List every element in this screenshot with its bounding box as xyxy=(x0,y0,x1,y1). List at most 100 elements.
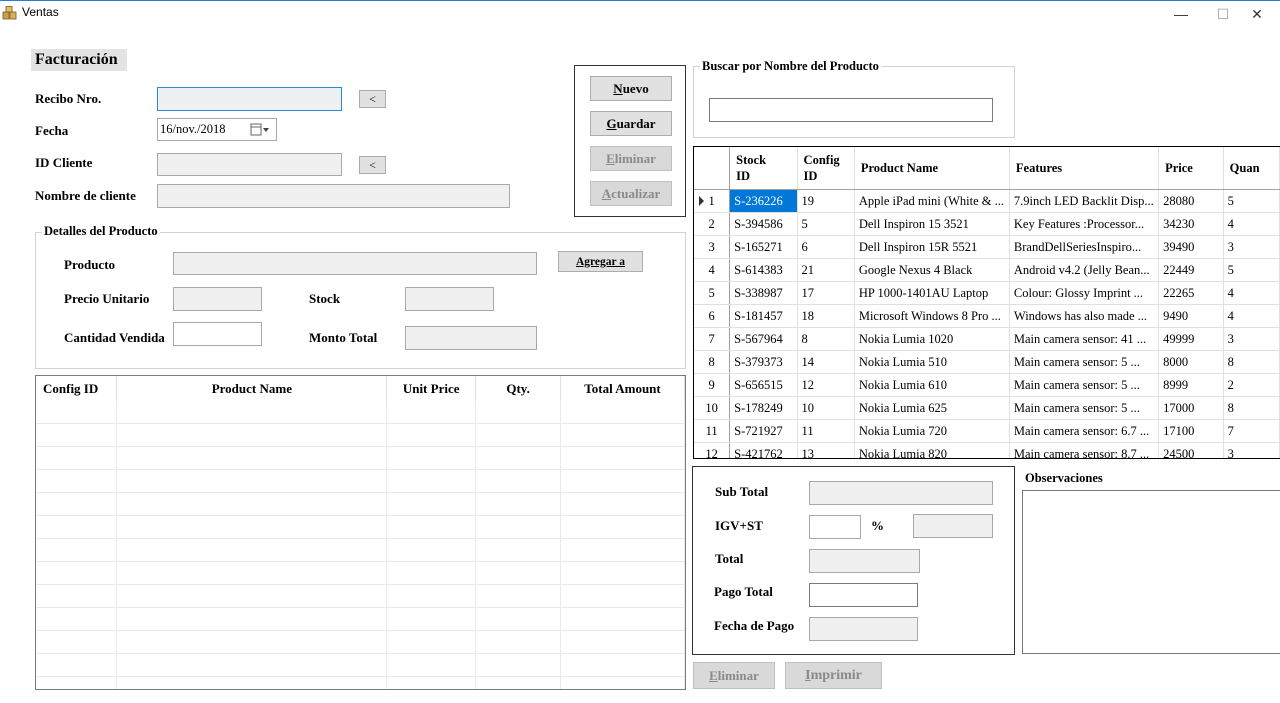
table-cell[interactable]: Nokia Lumia 720 xyxy=(854,419,1010,443)
table-cell[interactable]: Main camera sensor: 5 ... xyxy=(1009,373,1160,397)
table-row[interactable]: 3 S-165271 6 Dell Inspiron 15R 5521 BrandDel… xyxy=(694,235,1280,259)
search-input[interactable] xyxy=(709,98,993,122)
guardar-button[interactable]: Guardar xyxy=(590,111,672,136)
table-cell[interactable]: 22265 xyxy=(1158,281,1224,305)
table-cell[interactable]: S-236226 xyxy=(729,189,798,213)
minimize-button[interactable]: — xyxy=(1158,0,1204,28)
table-cell[interactable]: Windows has also made ... xyxy=(1009,304,1160,328)
cliente-lookup-button[interactable]: < xyxy=(359,156,386,174)
monto-input[interactable] xyxy=(405,326,537,350)
recibo-lookup-button[interactable]: < xyxy=(359,90,386,108)
table-cell[interactable]: S-178249 xyxy=(729,396,798,420)
table-cell[interactable]: 6 xyxy=(797,235,855,259)
row-header[interactable]: 1 xyxy=(694,189,731,213)
table-row[interactable]: 5 S-338987 17 HP 1000-1401AU Laptop Colour: … xyxy=(694,281,1280,305)
table-cell[interactable]: 34230 xyxy=(1158,212,1224,236)
table-cell[interactable]: 17000 xyxy=(1158,396,1224,420)
table-cell[interactable]: Colour: Glossy Imprint ... xyxy=(1009,281,1160,305)
detail-col-product-name[interactable]: Product Name xyxy=(116,376,388,401)
row-header[interactable]: 5 xyxy=(694,281,731,305)
table-cell[interactable]: BrandDellSeriesInspiro... xyxy=(1009,235,1160,259)
table-cell[interactable]: 8 xyxy=(797,327,855,351)
total-input[interactable] xyxy=(809,549,920,573)
detail-grid[interactable]: Config ID Product Name Unit Price Qty. T… xyxy=(35,375,686,690)
table-cell[interactable]: 9490 xyxy=(1158,304,1224,328)
table-cell[interactable]: 3 xyxy=(1223,327,1280,351)
table-cell[interactable]: 8000 xyxy=(1158,350,1224,374)
table-cell[interactable]: Nokia Lumia 610 xyxy=(854,373,1010,397)
table-cell[interactable]: S-656515 xyxy=(729,373,798,397)
table-cell[interactable]: 24500 xyxy=(1158,442,1224,458)
table-cell[interactable]: S-567964 xyxy=(729,327,798,351)
table-cell[interactable]: Main camera sensor: 5 ... xyxy=(1009,350,1160,374)
table-cell[interactable]: Nokia Lumia 625 xyxy=(854,396,1010,420)
table-row[interactable]: 10 S-178249 10 Nokia Lumia 625 Main camera s… xyxy=(694,396,1280,420)
table-cell[interactable]: 2 xyxy=(1223,373,1280,397)
row-header[interactable]: 7 xyxy=(694,327,731,351)
table-cell[interactable]: 18 xyxy=(797,304,855,328)
table-cell[interactable]: Dell Inspiron 15R 5521 xyxy=(854,235,1010,259)
table-cell[interactable]: Key Features :Processor... xyxy=(1009,212,1160,236)
table-cell[interactable]: Google Nexus 4 Black xyxy=(854,258,1010,282)
table-cell[interactable]: Main camera sensor: 41 ... xyxy=(1009,327,1160,351)
table-cell[interactable]: 5 xyxy=(1223,258,1280,282)
nombre-cliente-input[interactable] xyxy=(157,184,510,208)
close-button[interactable]: ✕ xyxy=(1234,0,1280,28)
id-cliente-input[interactable] xyxy=(157,153,342,176)
producto-input[interactable] xyxy=(173,252,537,275)
product-col-0[interactable] xyxy=(694,147,731,190)
table-cell[interactable]: 8999 xyxy=(1158,373,1224,397)
row-header[interactable]: 6 xyxy=(694,304,731,328)
pago-total-input[interactable] xyxy=(809,583,918,607)
fecha-pago-input[interactable] xyxy=(809,617,918,641)
table-cell[interactable]: S-165271 xyxy=(729,235,798,259)
table-row[interactable]: 1 S-236226 19 Apple iPad mini (White & ... 7… xyxy=(694,189,1280,213)
table-cell[interactable]: 10 xyxy=(797,396,855,420)
row-header[interactable]: 2 xyxy=(694,212,731,236)
table-cell[interactable]: 28080 xyxy=(1158,189,1224,213)
table-row[interactable]: 9 S-656515 12 Nokia Lumia 610 Main camera se… xyxy=(694,373,1280,397)
detail-col-qty[interactable]: Qty. xyxy=(475,376,562,401)
row-header[interactable]: 11 xyxy=(694,419,731,443)
table-row[interactable]: 6 S-181457 18 Microsoft Windows 8 Pro ... Wi… xyxy=(694,304,1280,328)
table-cell[interactable]: Nokia Lumia 1020 xyxy=(854,327,1010,351)
detail-col-config-id[interactable]: Config ID xyxy=(36,376,118,401)
calendar-icon[interactable] xyxy=(250,123,272,141)
cantidad-input[interactable] xyxy=(173,322,262,346)
subtotal-input[interactable] xyxy=(809,481,993,505)
product-grid[interactable]: Stock ID Config ID Product Name Features Pri… xyxy=(693,146,1280,459)
table-row[interactable]: 12 S-421762 13 Nokia Lumia 820 Main camera s… xyxy=(694,442,1280,458)
table-cell[interactable]: S-721927 xyxy=(729,419,798,443)
row-header[interactable]: 9 xyxy=(694,373,731,397)
table-cell[interactable]: 7 xyxy=(1223,419,1280,443)
recibo-input[interactable] xyxy=(157,87,342,111)
product-col-4[interactable]: Features xyxy=(1009,147,1160,190)
agregar-button[interactable]: Agregar a xyxy=(558,251,643,272)
table-cell[interactable]: 3 xyxy=(1223,442,1280,458)
table-cell[interactable]: S-421762 xyxy=(729,442,798,458)
table-cell[interactable]: 8 xyxy=(1223,396,1280,420)
observaciones-textarea[interactable] xyxy=(1022,490,1280,654)
imprimir-button[interactable]: Imprimir xyxy=(785,662,882,689)
igv-percent-input[interactable] xyxy=(809,515,861,539)
table-cell[interactable]: 4 xyxy=(1223,212,1280,236)
row-header[interactable]: 4 xyxy=(694,258,731,282)
row-header[interactable]: 10 xyxy=(694,396,731,420)
table-cell[interactable]: 7.9inch LED Backlit Disp... xyxy=(1009,189,1160,213)
table-cell[interactable]: 11 xyxy=(797,419,855,443)
table-cell[interactable]: S-394586 xyxy=(729,212,798,236)
table-cell[interactable]: 5 xyxy=(1223,189,1280,213)
table-cell[interactable]: Microsoft Windows 8 Pro ... xyxy=(854,304,1010,328)
table-cell[interactable]: Main camera sensor: 6.7 ... xyxy=(1009,419,1160,443)
row-header[interactable]: 8 xyxy=(694,350,731,374)
table-cell[interactable]: Dell Inspiron 15 3521 xyxy=(854,212,1010,236)
stock-input[interactable] xyxy=(405,287,494,311)
table-cell[interactable]: 19 xyxy=(797,189,855,213)
product-col-5[interactable]: Price xyxy=(1158,147,1224,190)
table-cell[interactable]: Main camera sensor: 8.7 ... xyxy=(1009,442,1160,458)
table-cell[interactable]: 22449 xyxy=(1158,258,1224,282)
table-cell[interactable]: S-614383 xyxy=(729,258,798,282)
table-cell[interactable]: Nokia Lumia 820 xyxy=(854,442,1010,458)
nuevo-button[interactable]: Nuevo xyxy=(590,76,672,101)
table-cell[interactable]: 4 xyxy=(1223,281,1280,305)
